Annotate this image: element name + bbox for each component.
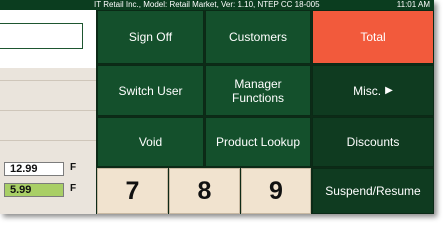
misc-label: Misc. [353, 83, 382, 98]
sign-off-button[interactable]: Sign Off [97, 10, 204, 64]
keypad-7[interactable]: 7 [97, 168, 168, 214]
divider [0, 80, 96, 81]
divider [0, 140, 96, 141]
transaction-panel: 12.99 F 5.99 F [0, 10, 96, 214]
void-button[interactable]: Void [97, 117, 204, 167]
keypad-9[interactable]: 9 [241, 168, 311, 214]
keypad-8[interactable]: 8 [169, 168, 240, 214]
line-amount-selected[interactable]: 5.99 [4, 183, 64, 197]
entry-field[interactable] [0, 23, 83, 49]
line-amount[interactable]: 12.99 [4, 162, 64, 176]
pos-screen: IT Retail Inc., Model: Retail Market, Ve… [0, 0, 434, 214]
total-button[interactable]: Total [312, 10, 434, 64]
misc-button[interactable]: Misc. ▶ [312, 65, 434, 116]
arrow-right-icon: ▶ [385, 84, 393, 96]
divider [0, 110, 96, 111]
manager-functions-button[interactable]: Manager Functions [205, 65, 311, 116]
suspend-resume-button[interactable]: Suspend/Resume [312, 168, 434, 214]
product-lookup-button[interactable]: Product Lookup [205, 117, 311, 167]
discounts-button[interactable]: Discounts [312, 117, 434, 167]
line-tax-flag: F [70, 183, 77, 194]
line-tax-flag: F [70, 162, 77, 173]
customers-button[interactable]: Customers [205, 10, 311, 64]
status-clock: 11:01 AM [396, 0, 430, 9]
switch-user-button[interactable]: Switch User [97, 65, 204, 116]
status-bar: IT Retail Inc., Model: Retail Market, Ve… [0, 0, 434, 10]
status-info: IT Retail Inc., Model: Retail Market, Ve… [94, 0, 320, 9]
